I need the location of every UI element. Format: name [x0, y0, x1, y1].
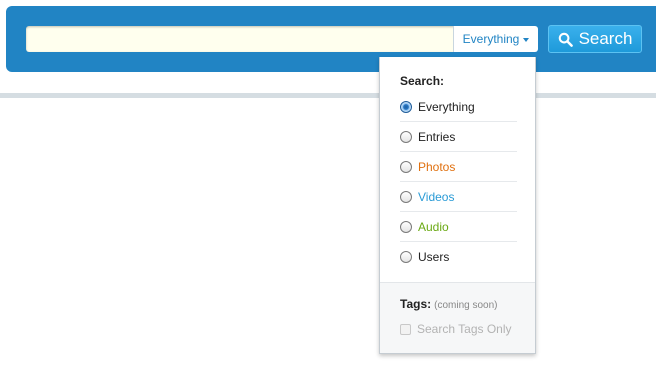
tags-heading: Tags: (coming soon) [400, 297, 497, 311]
search-button[interactable]: Search [548, 25, 642, 53]
option-label: Entries [418, 129, 456, 144]
magnifier-icon [558, 32, 573, 47]
tags-section: Tags: (coming soon) Search Tags Only [380, 282, 535, 353]
search-bar: Everything Search [6, 6, 656, 72]
caret-down-icon [523, 37, 530, 42]
option-label: Audio [418, 219, 449, 234]
coming-soon-note: (coming soon) [434, 300, 498, 311]
search-tags-only-checkbox [400, 323, 411, 335]
radio-button[interactable] [400, 160, 412, 173]
divider [0, 93, 656, 98]
option-photos[interactable]: Photos [400, 152, 517, 182]
option-label: Users [418, 250, 450, 264]
menu-heading: Search: [400, 74, 445, 88]
option-audio[interactable]: Audio [400, 212, 517, 242]
option-label: Everything [418, 99, 475, 114]
option-label: Photos [418, 159, 456, 174]
radio-button[interactable] [400, 130, 412, 143]
radio-button[interactable] [400, 220, 412, 233]
tags-heading-label: Tags: [400, 297, 432, 311]
option-videos[interactable]: Videos [400, 182, 517, 212]
search-tags-only-label: Search Tags Only [417, 322, 512, 336]
search-scope-label: Everything [462, 32, 520, 46]
page: Everything Search Search: Everything Ent… [0, 0, 656, 373]
radio-button[interactable] [400, 190, 412, 203]
radio-button[interactable] [400, 100, 412, 113]
search-tags-only-option: Search Tags Only [400, 322, 512, 336]
search-input[interactable] [26, 26, 466, 52]
search-scope-dropdown-button[interactable]: Everything [453, 26, 538, 52]
option-entries[interactable]: Entries [400, 122, 517, 152]
radio-button[interactable] [400, 251, 412, 263]
search-scope-menu: Search: Everything Entries Photos Videos… [379, 57, 536, 354]
search-button-label: Search [578, 29, 633, 48]
option-label: Videos [418, 189, 455, 204]
option-users[interactable]: Users [400, 242, 517, 272]
option-everything[interactable]: Everything [400, 92, 517, 122]
